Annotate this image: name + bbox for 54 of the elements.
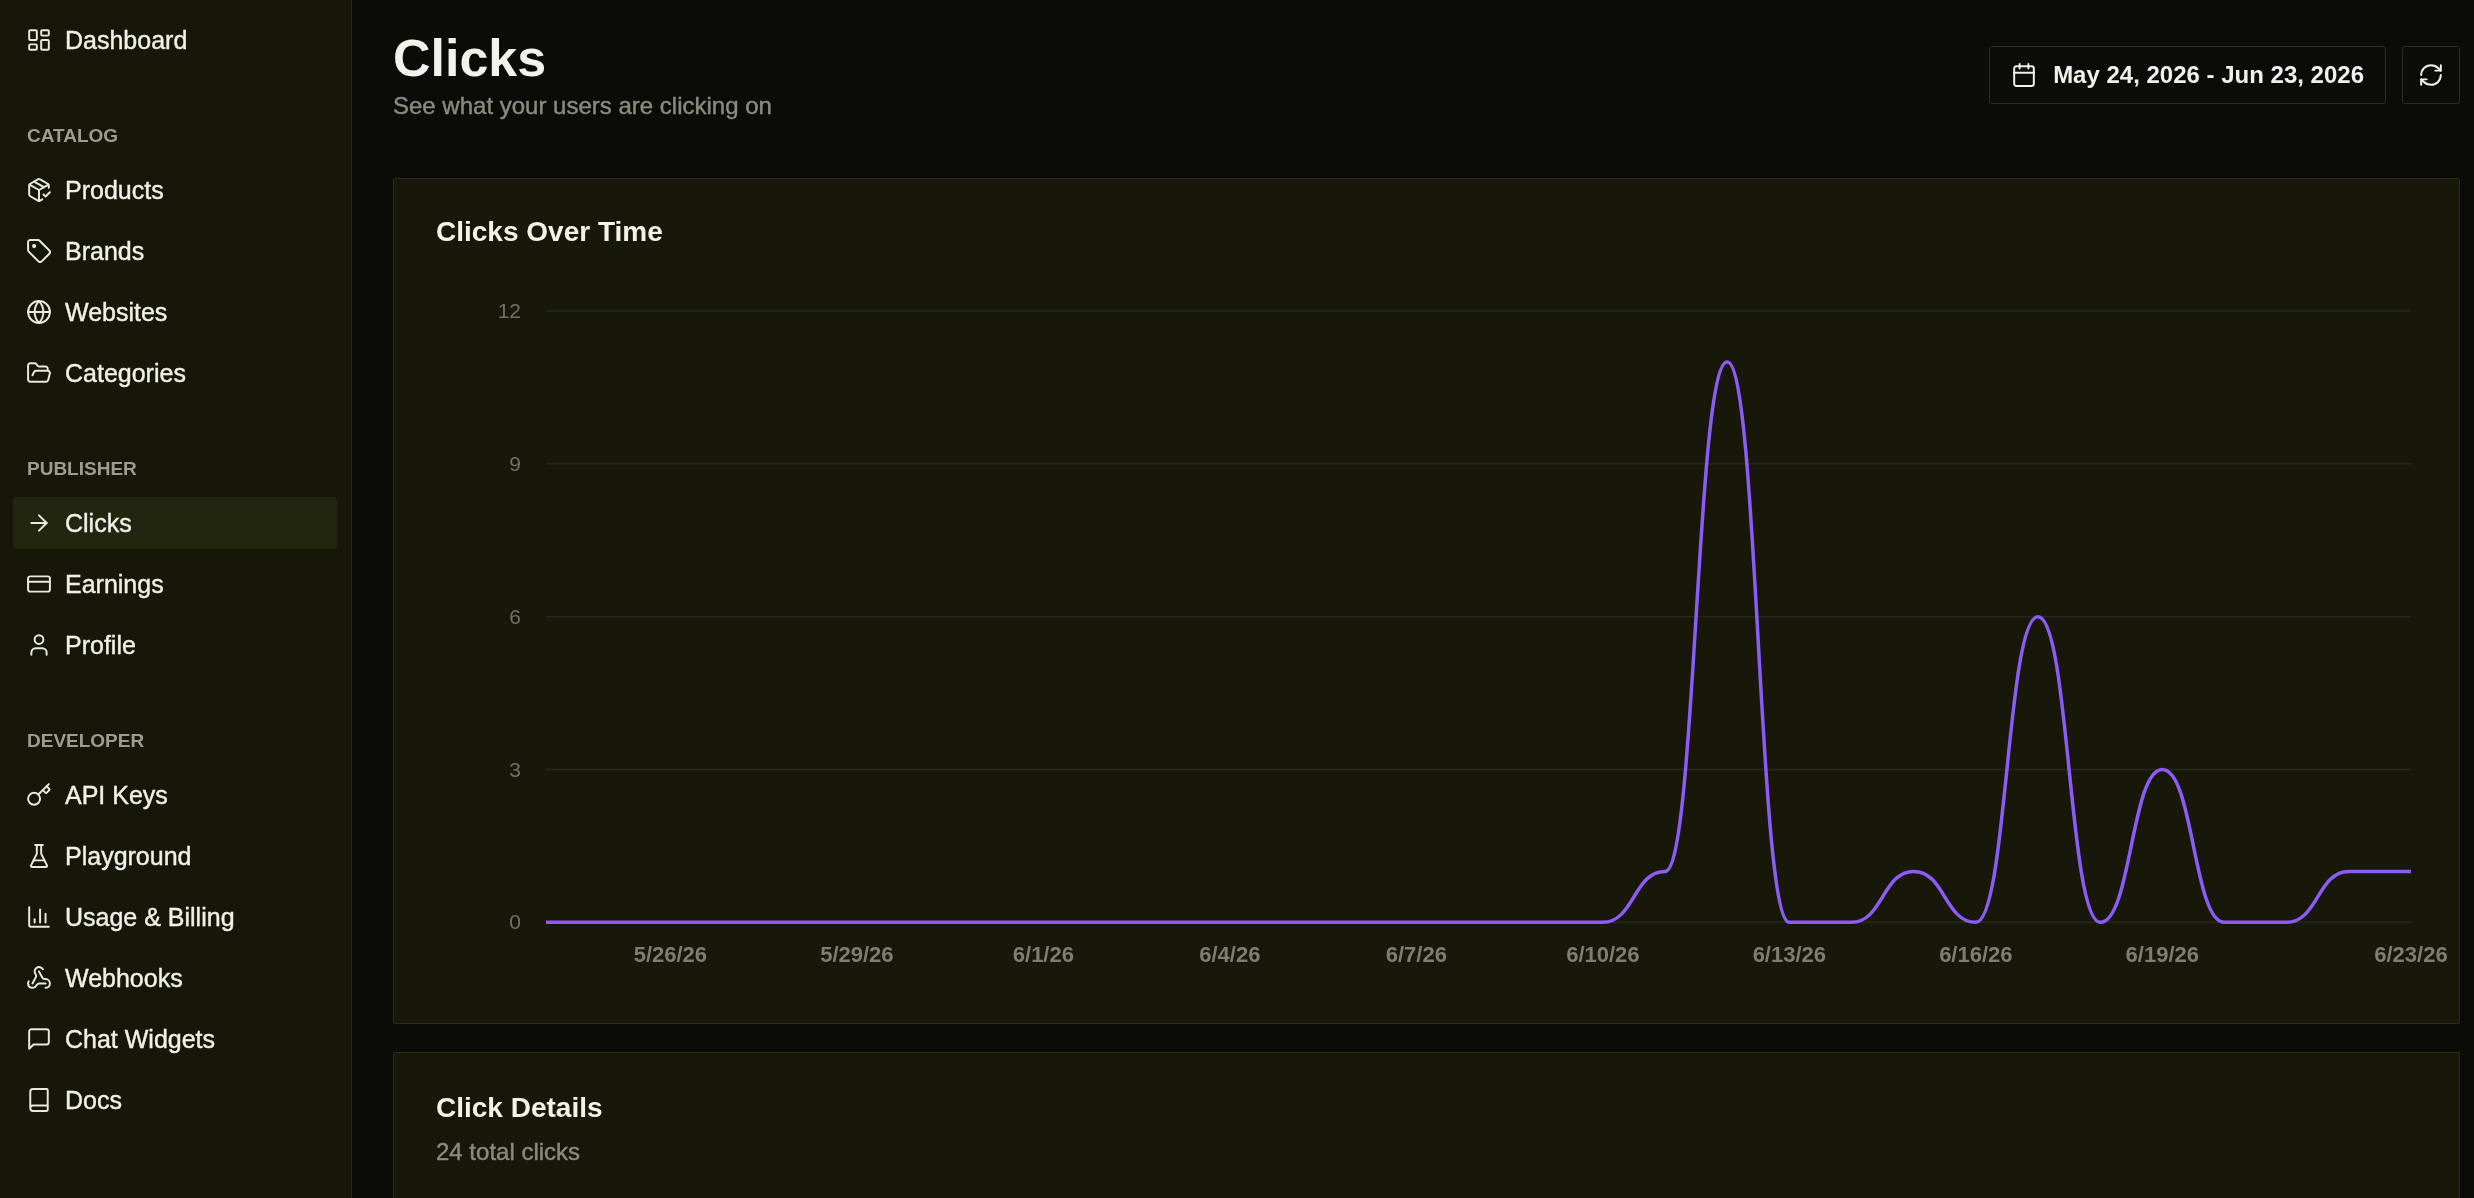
date-range-button[interactable]: May 24, 2026 - Jun 23, 2026 (1989, 46, 2386, 104)
y-axis-label: 3 (509, 757, 522, 781)
folder-icon (27, 361, 51, 385)
sidebar-item[interactable]: Webhooks (13, 952, 337, 1004)
globe-icon (27, 300, 51, 324)
click-count: 24 total clicks (436, 1137, 582, 1168)
refresh-icon (2419, 63, 2443, 87)
x-axis-label: 6/16/26 (1939, 942, 2013, 968)
package-icon (27, 178, 51, 202)
sidebar-item[interactable]: Earnings (13, 558, 337, 610)
x-axis-label: 6/13/26 (1752, 942, 1827, 968)
x-axis-label: 5/29/26 (820, 942, 894, 968)
credit-card-icon (27, 572, 51, 596)
sidebar-item[interactable]: Products (13, 164, 337, 216)
y-axis-label: 6 (509, 604, 522, 628)
x-axis-label: 5/26/26 (633, 942, 708, 968)
sidebar-item[interactable]: Playground (13, 830, 337, 882)
refresh-button[interactable] (2402, 46, 2460, 104)
sidebar-item[interactable]: Usage & Billing (13, 891, 337, 943)
sidebar-item[interactable]: Profile (13, 619, 337, 671)
x-axis-label: 6/7/26 (1385, 942, 1447, 968)
sidebar-item[interactable]: Chat Widgets (13, 1013, 337, 1065)
flask-icon (27, 844, 51, 868)
y-axis-label: 9 (509, 451, 522, 475)
section-heading: CATALOG (26, 124, 120, 148)
tag-icon (27, 239, 51, 263)
sidebar-item[interactable]: Clicks (13, 497, 337, 549)
calendar-icon (2012, 63, 2037, 87)
x-axis-label: 6/4/26 (1199, 942, 1261, 968)
sidebar-item[interactable]: Docs (13, 1074, 337, 1126)
page-subtitle: See what your users are clicking on (393, 91, 772, 121)
webhook-icon (27, 966, 51, 990)
chat-bubble-icon (27, 1027, 51, 1051)
sidebar-item[interactable]: Brands (13, 225, 337, 277)
y-axis-label: 0 (509, 910, 522, 934)
sidebar-item[interactable]: Categories (13, 347, 337, 399)
key-icon (27, 783, 51, 807)
x-axis-label: 6/10/26 (1566, 942, 1640, 968)
card-title: Clicks Over Time (436, 215, 664, 249)
x-axis-label: 6/19/26 (2125, 942, 2200, 968)
y-axis-label: 12 (497, 299, 522, 323)
user-icon (27, 633, 51, 657)
card-title: Click Details (436, 1093, 604, 1124)
bar-chart-icon (27, 905, 51, 929)
section-heading: PUBLISHER (26, 457, 138, 481)
sidebar-item[interactable]: Dashboard (13, 14, 337, 66)
section-heading: DEVELOPER (26, 729, 146, 753)
page-title: Clicks (393, 30, 548, 87)
x-axis-label: 6/23/26 (2374, 942, 2448, 968)
book-icon (27, 1088, 51, 1112)
x-axis-label: 6/1/26 (1012, 942, 1074, 968)
sidebar-item[interactable]: API Keys (13, 769, 337, 821)
sidebar-item[interactable]: Websites (13, 286, 337, 338)
grid-icon (27, 28, 51, 52)
